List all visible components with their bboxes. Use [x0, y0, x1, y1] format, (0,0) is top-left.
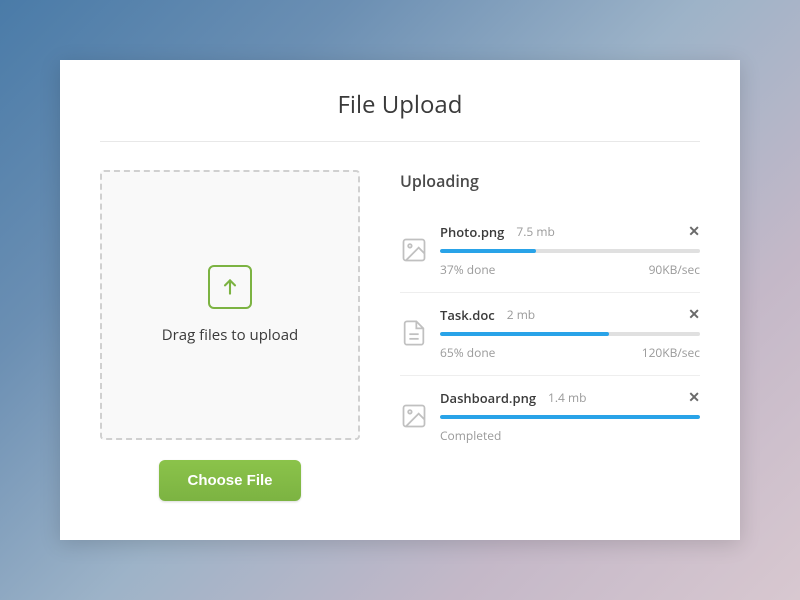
content-area: Drag files to upload Choose File Uploadi… [100, 170, 700, 501]
upload-speed: 120KB/sec [642, 344, 700, 361]
progress-text: 37% done [440, 261, 495, 278]
file-header: Dashboard.png 1.4 mb ✕ [440, 388, 700, 407]
file-info: Photo.png 7.5 mb ✕ 37% done 90KB/sec [440, 222, 700, 278]
file-list: Photo.png 7.5 mb ✕ 37% done 90KB/sec Task.doc… [400, 210, 700, 458]
file-row: Photo.png 7.5 mb ✕ 37% done 90KB/sec [400, 222, 700, 278]
file-footer: 65% done 120KB/sec [440, 344, 700, 361]
page-title: File Upload [100, 88, 700, 142]
file-item: Photo.png 7.5 mb ✕ 37% done 90KB/sec [400, 210, 700, 293]
dropzone[interactable]: Drag files to upload [100, 170, 360, 440]
image-icon [400, 402, 428, 430]
file-name: Task.doc [440, 306, 495, 324]
file-info: Task.doc 2 mb ✕ 65% done 120KB/sec [440, 305, 700, 361]
dropzone-text: Drag files to upload [162, 325, 298, 345]
file-size: 7.5 mb [516, 223, 554, 240]
file-header: Task.doc 2 mb ✕ [440, 305, 700, 324]
file-row: Dashboard.png 1.4 mb ✕ Completed [400, 388, 700, 444]
progress-bar [440, 415, 700, 419]
remove-file-button[interactable]: ✕ [688, 305, 700, 324]
progress-bar [440, 249, 700, 253]
upload-card: File Upload Drag files to upload Choose … [60, 60, 740, 540]
image-icon [400, 236, 428, 264]
file-size: 2 mb [507, 306, 535, 323]
upload-icon [208, 265, 252, 309]
left-panel: Drag files to upload Choose File [100, 170, 360, 501]
progress-bar [440, 332, 700, 336]
file-header: Photo.png 7.5 mb ✕ [440, 222, 700, 241]
choose-file-button[interactable]: Choose File [159, 460, 300, 501]
right-panel: Uploading Photo.png 7.5 mb ✕ 37% done 90KB/s… [400, 170, 700, 501]
file-size: 1.4 mb [548, 389, 586, 406]
file-name: Photo.png [440, 223, 504, 241]
file-footer: 37% done 90KB/sec [440, 261, 700, 278]
progress-text: 65% done [440, 344, 495, 361]
file-item: Dashboard.png 1.4 mb ✕ Completed [400, 376, 700, 458]
file-item: Task.doc 2 mb ✕ 65% done 120KB/sec [400, 293, 700, 376]
file-name: Dashboard.png [440, 389, 536, 407]
upload-speed: 90KB/sec [649, 261, 700, 278]
remove-file-button[interactable]: ✕ [688, 222, 700, 241]
file-info: Dashboard.png 1.4 mb ✕ Completed [440, 388, 700, 444]
document-icon [400, 319, 428, 347]
uploading-title: Uploading [400, 170, 700, 192]
file-row: Task.doc 2 mb ✕ 65% done 120KB/sec [400, 305, 700, 361]
remove-file-button[interactable]: ✕ [688, 388, 700, 407]
status-completed: Completed [440, 427, 700, 444]
